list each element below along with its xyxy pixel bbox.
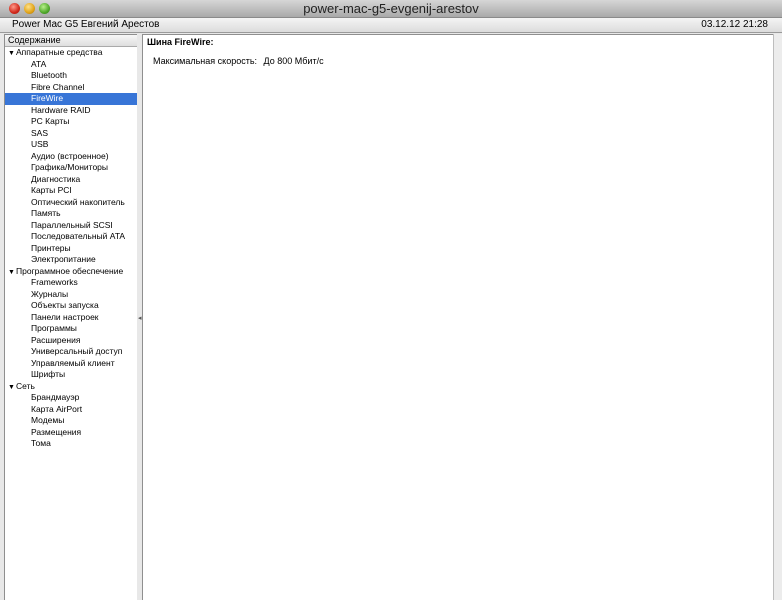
window-title: power-mac-g5-evgenij-arestov (303, 1, 479, 16)
window-edge (773, 34, 782, 600)
machine-name: Power Mac G5 Евгений Арестов (12, 19, 160, 30)
sidebar-category[interactable]: ▼Программное обеспечение (5, 266, 137, 278)
resize-grip-icon[interactable]: ◂ (138, 314, 142, 322)
sidebar-item[interactable]: FireWire (5, 93, 137, 105)
sidebar-item[interactable]: Оптический накопитель (5, 197, 137, 209)
sidebar-item[interactable]: Журналы (5, 289, 137, 301)
sidebar-item[interactable]: Шрифты (5, 369, 137, 381)
sidebar-category[interactable]: ▼Сеть (5, 381, 137, 393)
sidebar-category-label: Аппаратные средства (16, 47, 103, 57)
sidebar-item[interactable]: Принтеры (5, 243, 137, 255)
sidebar-item[interactable]: Программы (5, 323, 137, 335)
sidebar-item[interactable]: Память (5, 208, 137, 220)
sidebar-item[interactable]: Модемы (5, 415, 137, 427)
sidebar-item[interactable]: ATA (5, 59, 137, 71)
sidebar-item[interactable]: Параллельный SCSI (5, 220, 137, 232)
sidebar-item[interactable]: Управляемый клиент (5, 358, 137, 370)
sidebar-item[interactable]: Hardware RAID (5, 105, 137, 117)
sidebar-item[interactable]: Bluetooth (5, 70, 137, 82)
sidebar-item[interactable]: USB (5, 139, 137, 151)
sidebar-item[interactable]: Диагностика (5, 174, 137, 186)
disclosure-triangle-icon[interactable]: ▼ (8, 382, 16, 394)
sidebar-item[interactable]: Панели настроек (5, 312, 137, 324)
sidebar-item[interactable]: Карта AirPort (5, 404, 137, 416)
sidebar-item[interactable]: Карты PCI (5, 185, 137, 197)
sidebar-item[interactable]: SAS (5, 128, 137, 140)
sidebar-item[interactable]: Объекты запуска (5, 300, 137, 312)
sidebar-header[interactable]: Содержание (5, 35, 137, 47)
sidebar-item[interactable]: Frameworks (5, 277, 137, 289)
detail-row: Максимальная скорость: До 800 Мбит/с (153, 56, 324, 66)
datetime: 03.12.12 21:28 (701, 19, 768, 30)
detail-title: Шина FireWire: (147, 37, 214, 47)
sidebar-item[interactable]: Тома (5, 438, 137, 450)
sidebar-item[interactable]: Последовательный ATA (5, 231, 137, 243)
title-bar[interactable]: power-mac-g5-evgenij-arestov (0, 0, 782, 18)
sidebar-category-label: Сеть (16, 380, 35, 391)
sidebar-item[interactable]: Электропитание (5, 254, 137, 266)
disclosure-triangle-icon[interactable]: ▼ (8, 48, 16, 60)
sidebar-item[interactable]: Расширения (5, 335, 137, 347)
app-window: power-mac-g5-evgenij-arestov Power Mac G… (0, 0, 782, 600)
max-speed-label: Максимальная скорость: (153, 56, 258, 66)
max-speed-value: До 800 Мбит/с (263, 56, 324, 66)
sidebar-category-label: Программное обеспечение (16, 265, 124, 276)
contents-tree[interactable]: ▼Аппаратные средства ATA Bluetooth Fibre Ch… (5, 47, 137, 450)
sidebar-item[interactable]: PC Карты (5, 116, 137, 128)
sidebar-item[interactable]: Fibre Channel (5, 82, 137, 94)
sidebar-item[interactable]: Брандмауэр (5, 392, 137, 404)
contents-sidebar[interactable]: Содержание ▼Аппаратные средства ATA Blueto… (4, 34, 138, 600)
sidebar-item[interactable]: Универсальный доступ (5, 346, 137, 358)
info-bar: Power Mac G5 Евгений Арестов 03.12.12 21… (0, 18, 782, 33)
sidebar-item[interactable]: Аудио (встроенное) (5, 151, 137, 163)
sidebar-category[interactable]: ▼Аппаратные средства (5, 47, 137, 59)
disclosure-triangle-icon[interactable]: ▼ (8, 267, 16, 279)
sidebar-item[interactable]: Размещения (5, 427, 137, 439)
detail-pane: Шина FireWire: Максимальная скорость: До… (142, 34, 774, 600)
sidebar-item[interactable]: Графика/Мониторы (5, 162, 137, 174)
